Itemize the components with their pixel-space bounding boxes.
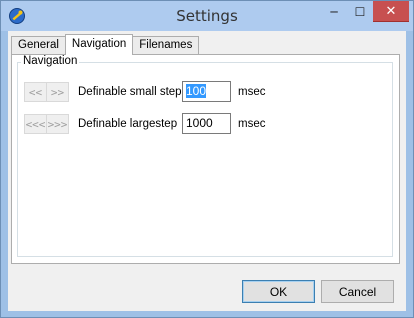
group-title: Navigation [21,55,80,67]
large-step-back-button[interactable]: <<< [24,114,47,134]
tab-general[interactable]: General [11,36,66,54]
large-step-label: Definable largestep [78,118,178,130]
settings-window: Settings ─ ☐ ✕ General Navigation Filena… [0,0,414,318]
small-step-forward-button[interactable]: >> [46,82,69,102]
close-button[interactable]: ✕ [373,1,409,22]
minimize-button[interactable]: ─ [321,1,347,22]
small-step-label: Definable small step [78,86,182,98]
small-step-back-button[interactable]: << [24,82,47,102]
tab-panel-navigation: Navigation << >> Definable small step 10… [11,54,400,264]
maximize-icon: ☐ [354,4,366,19]
minimize-icon: ─ [330,4,338,19]
navigation-groupbox: Navigation << >> Definable small step 10… [17,55,393,257]
small-step-value: 100 [186,84,207,98]
maximize-button[interactable]: ☐ [347,1,373,22]
large-step-forward-button[interactable]: >>> [46,114,69,134]
small-step-unit: msec [238,86,266,98]
tab-navigation[interactable]: Navigation [64,34,134,55]
cancel-button[interactable]: Cancel [321,280,394,303]
small-step-input[interactable]: 100 [182,81,231,102]
large-step-unit: msec [238,118,266,130]
close-icon: ✕ [385,3,397,19]
tab-strip: General Navigation Filenames [11,34,200,55]
large-step-input[interactable]: 1000 [182,113,231,134]
tab-filenames[interactable]: Filenames [132,36,200,54]
title-bar[interactable]: Settings ─ ☐ ✕ [1,1,413,31]
ok-button[interactable]: OK [242,280,315,303]
dialog-client: General Navigation Filenames Navigation … [8,31,406,311]
